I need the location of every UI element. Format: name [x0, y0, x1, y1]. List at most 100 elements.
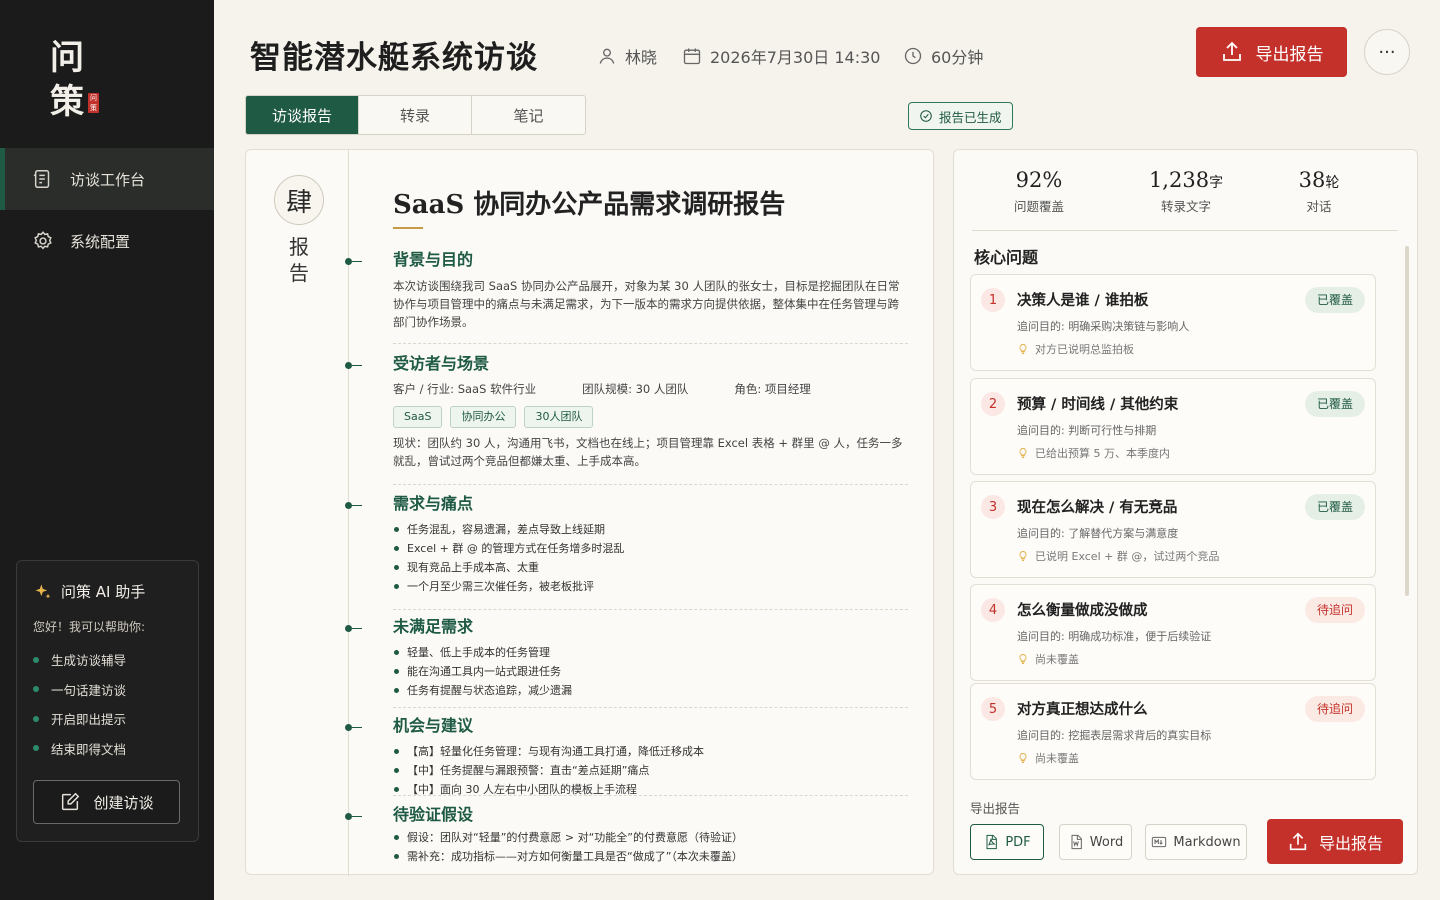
status-badge: 已覆盖: [1304, 287, 1365, 313]
list-item: 假设：团队对“轻量”的付费意愿 > 对“功能全”的付费意愿（待验证）: [393, 828, 908, 847]
question-note: 已说明 Excel + 群 @，试过两个竞品: [1017, 548, 1219, 564]
title-underline: [393, 227, 423, 229]
word-file-icon: [1071, 834, 1082, 850]
question-card[interactable]: 2 预算 / 时间线 / 其他约束 追问目的: 判断可行性与排期 已给出预算 5…: [970, 378, 1376, 475]
timeline-dot: [345, 362, 362, 369]
stat-label: 转录文字: [1160, 199, 1211, 214]
sidebar: 问 策 问策 访谈工作台 系统配置 问策 AI 助手 您好！我可以帮助你: 生成…: [0, 0, 214, 900]
bullet-icon: [33, 656, 39, 663]
app-logo: 问 策: [50, 36, 84, 124]
sparkle-icon: [35, 584, 51, 599]
logo-char-2: 策: [50, 82, 84, 122]
question-number: 5: [981, 697, 1005, 721]
status-badge: 已覆盖: [1304, 391, 1365, 417]
report-seal: 肆: [274, 175, 324, 225]
question-note-text: 已说明 Excel + 群 @，试过两个竞品: [1035, 550, 1220, 563]
ai-feature-list: 生成访谈辅导 一句话建访谈 开启即出提示 结束即得文档: [33, 645, 182, 763]
question-title: 预算 / 时间线 / 其他约束: [1017, 397, 1179, 413]
stat-number: 1,238: [1148, 168, 1210, 192]
question-purpose: 追问目的: 了解替代方案与满意度: [1017, 527, 1179, 540]
stat-value: 1,238字: [1126, 168, 1246, 192]
question-title: 现在怎么解决 / 有无竞品: [1017, 500, 1178, 516]
sidebar-nav: 访谈工作台 系统配置: [0, 148, 214, 272]
more-icon: ···: [1378, 41, 1396, 63]
markdown-file-icon: [1152, 836, 1167, 848]
question-card[interactable]: 3 现在怎么解决 / 有无竞品 追问目的: 了解替代方案与满意度 已说明 Exc…: [970, 481, 1376, 578]
stat-dialog-rounds: 38轮 对话: [1259, 168, 1379, 215]
question-card[interactable]: 4 怎么衡量做成没做成 追问目的: 明确成功标准，便于后续验证 尚未覆盖 待追问: [970, 584, 1376, 681]
format-word-button[interactable]: Word: [1059, 824, 1132, 860]
list-item: 任务有提醒与状态追踪，减少遗漏: [393, 681, 908, 700]
sidebar-item-workbench[interactable]: 访谈工作台: [0, 148, 214, 210]
logo-char-1: 问: [50, 38, 84, 78]
list-item: 现有竞品上手成本高、太重: [393, 558, 908, 577]
unmet-list: 轻量、低上手成本的任务管理 能在沟通工具内一站式跟进任务 任务有提醒与状态追踪，…: [393, 643, 908, 700]
edit-icon: [62, 792, 80, 811]
question-card[interactable]: 1 决策人是谁 / 谁拍板 追问目的: 明确采购决策链与影响人 对方已说明总监拍…: [970, 274, 1376, 371]
tab-transcript[interactable]: 转录: [359, 96, 472, 134]
ai-assistant-title-text: 问策 AI 助手: [61, 583, 146, 601]
timeline-dot: [345, 724, 362, 731]
export-report-label: 导出报告: [1255, 44, 1324, 65]
ai-greeting: 您好！我可以帮助你:: [33, 620, 146, 634]
ai-feature-label: 结束即得文档: [51, 741, 127, 757]
stat-transcript-words: 1,238字 转录文字: [1126, 168, 1246, 215]
export-heading: 导出报告: [970, 801, 1021, 816]
format-label: PDF: [1005, 834, 1031, 850]
question-card[interactable]: 5 对方真正想达成什么 追问目的: 挖掘表层需求背后的真实目标 尚未覆盖 待追问: [970, 683, 1376, 780]
export-report-submit-button[interactable]: 导出报告: [1267, 819, 1403, 864]
sidebar-item-label: 系统配置: [70, 232, 131, 251]
format-markdown-button[interactable]: Markdown: [1145, 824, 1247, 860]
export-report-button[interactable]: 导出报告: [1196, 27, 1347, 77]
section-divider: [393, 343, 908, 344]
ai-feature-label: 开启即出提示: [51, 712, 127, 728]
list-item: 能在沟通工具内一站式跟进任务: [393, 662, 908, 681]
question-title: 怎么衡量做成没做成: [1017, 603, 1148, 619]
section-divider: [393, 484, 908, 485]
tab-notes[interactable]: 笔记: [472, 96, 585, 134]
ai-assistant-card: 问策 AI 助手 您好！我可以帮助你: 生成访谈辅导 一句话建访谈 开启即出提示…: [16, 560, 199, 842]
insights-panel: 92% 问题覆盖 1,238字 转录文字 38轮 对话 核心问题 1 决策人是谁…: [953, 149, 1418, 875]
list-item: 任务混乱，容易遗漏，差点导致上线延期: [393, 520, 908, 539]
section-text: 本次访谈围绕我司 SaaS 协同办公产品展开，对象为某 30 人团队的张女士，目…: [393, 279, 900, 329]
tag: 30人团队: [524, 406, 594, 428]
format-label: Markdown: [1173, 834, 1241, 850]
upload-icon: [1222, 41, 1241, 61]
sidebar-item-settings[interactable]: 系统配置: [0, 210, 214, 272]
list-item: 轻量、低上手成本的任务管理: [393, 643, 908, 662]
question-purpose: 追问目的: 明确成功标准，便于后续验证: [1017, 630, 1212, 643]
info-role: 角色: 项目经理: [734, 382, 811, 396]
tag: 协同办公: [450, 406, 517, 428]
bullet-icon: [33, 686, 39, 693]
duration-meta: 60分钟: [903, 44, 983, 68]
section-text: 现状：团队约 30 人，沟通用飞书，文档也在线上；项目管理靠 Excel 表格 …: [393, 436, 903, 468]
lightbulb-icon: [1019, 344, 1027, 354]
format-pdf-button[interactable]: PDF: [970, 824, 1044, 860]
question-number: 4: [981, 598, 1005, 622]
question-note: 已给出预算 5 万、本季度内: [1017, 445, 1170, 461]
info-industry: 客户 / 行业: SaaS 软件行业: [393, 382, 537, 396]
datetime-meta: 2026年7月30日 14:30: [682, 44, 880, 68]
timeline-dot: [345, 813, 362, 820]
timeline-dot: [345, 258, 362, 265]
more-options-button[interactable]: ···: [1364, 29, 1410, 75]
create-interview-label: 创建访谈: [93, 793, 154, 812]
opportunity-list: 【高】轻量化任务管理：与现有沟通工具打通，降低迁移成本 【中】任务提醒与漏跟预警…: [393, 742, 908, 799]
lightbulb-icon: [1019, 448, 1027, 458]
pain-list: 任务混乱，容易遗漏，差点导致上线延期 Excel + 群 @ 的管理方式在任务增…: [393, 520, 908, 596]
section-heading: 机会与建议: [393, 716, 474, 735]
list-item: 一个月至少需三次催任务，被老板批评: [393, 577, 908, 596]
question-purpose: 追问目的: 挖掘表层需求背后的真实目标: [1017, 729, 1212, 742]
page-title: 智能潜水艇系统访谈: [250, 40, 538, 76]
status-badge: 待追问: [1304, 597, 1365, 623]
interview-datetime: 2026年7月30日 14:30: [710, 48, 881, 67]
list-item: 需补充：成功指标——对方如何衡量工具是否“做成了”（本次未覆盖）: [393, 847, 908, 866]
check-circle-icon: [920, 110, 932, 122]
stat-value: 92%: [979, 168, 1099, 192]
create-interview-button[interactable]: 创建访谈: [33, 780, 180, 824]
tab-report[interactable]: 访谈报告: [246, 96, 359, 134]
scrollbar[interactable]: [1405, 246, 1409, 596]
question-number: 3: [981, 495, 1005, 519]
lightbulb-icon: [1019, 654, 1027, 664]
question-note-text: 尚未覆盖: [1035, 653, 1079, 666]
